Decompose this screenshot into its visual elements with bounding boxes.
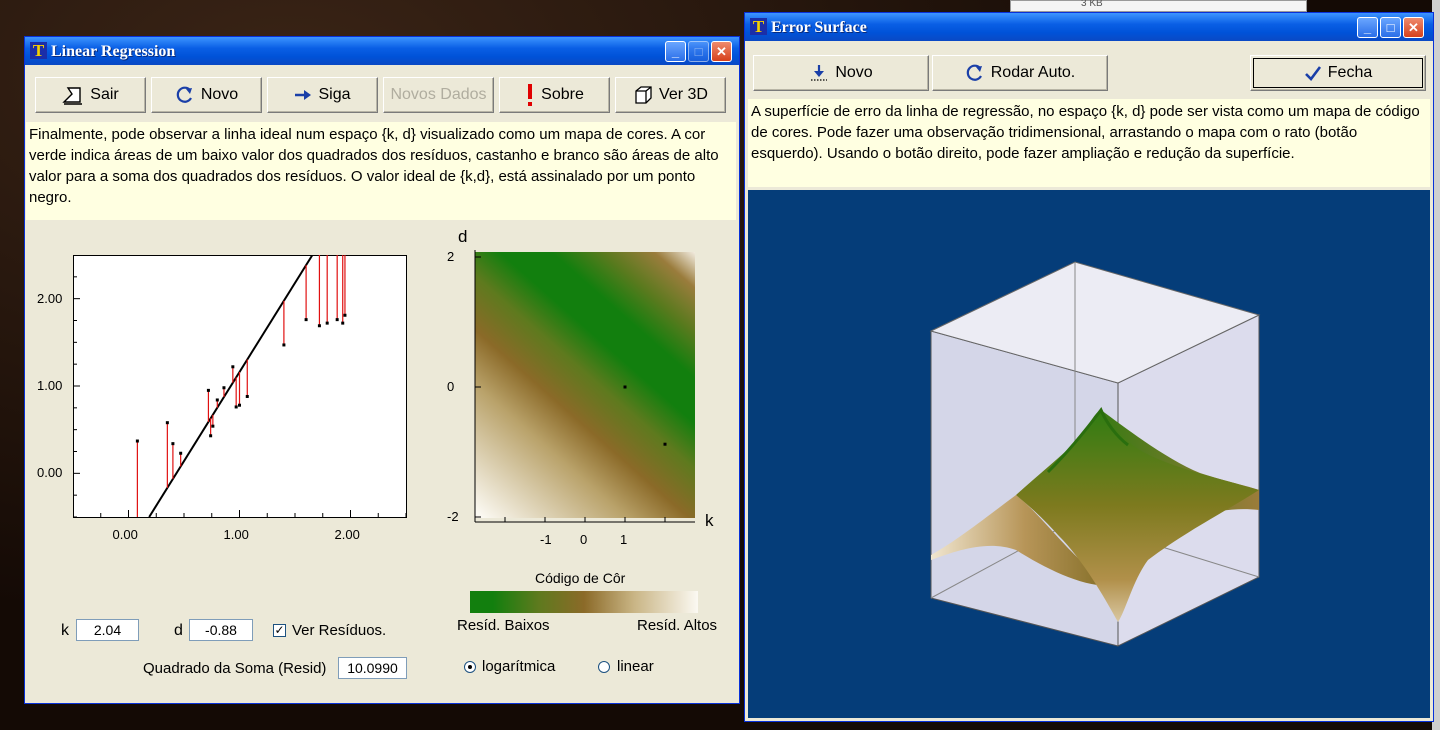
title-bar[interactable]: T Error Surface _ □ ✕ [745,13,1433,41]
novo-button[interactable]: Novo [151,77,262,113]
refresh-icon [176,86,192,103]
data-point [282,343,286,347]
sobre-label: Sobre [541,86,584,103]
error-surface-3d-view[interactable] [748,190,1430,718]
data-point [343,313,347,317]
colormap-field [475,252,695,518]
close-button[interactable]: ✕ [1403,17,1424,38]
siga-label: Siga [318,86,351,103]
colormap-y-tick-label: 2 [447,249,455,264]
siga-button[interactable]: Siga [267,77,378,113]
sair-button[interactable]: Sair [35,77,146,113]
x-tick-label: 0.00 [112,527,138,542]
y-tick-label: 2.00 [37,290,63,306]
d-value-field[interactable]: -0.88 [189,619,253,641]
rodar-auto-label: Rodar Auto. [990,64,1076,81]
app-icon: T [30,42,47,59]
close-button[interactable]: ✕ [711,41,732,62]
exit-icon [62,87,83,105]
data-point [325,321,329,325]
legend-high-label: Resíd. Altos [637,617,718,634]
novo-label: Novo [835,64,873,81]
y-tick-label: 1.00 [37,378,63,393]
data-point [215,398,219,402]
data-point [171,442,175,446]
data-point [245,394,249,398]
data-point [209,434,213,438]
novos-dados-button: Novos Dados [383,77,494,113]
data-point [179,451,183,455]
k-label: k [61,622,69,639]
data-point [234,405,238,409]
linear-label: linear [617,658,654,675]
title-bar[interactable]: T Linear Regression _ □ ✕ [25,37,739,65]
logaritmica-radio[interactable] [464,661,476,673]
minimize-button[interactable]: _ [665,41,686,62]
data-point [304,318,308,322]
x-tick-label: 1.00 [223,527,249,542]
data-point [238,403,241,407]
legend-low-label: Resíd. Baixos [457,617,550,634]
linear-radio[interactable] [598,661,610,673]
data-point [317,324,321,328]
checkmark-icon [1304,66,1321,81]
data-point [165,421,169,425]
colormap-y-tick-label: -2 [447,509,459,524]
desktop-file-size: 3 KB [1081,0,1103,9]
data-point [211,424,215,428]
ver3d-label: Ver 3D [659,86,708,103]
download-arrow-icon [811,65,828,81]
colormap-legend-bar [470,591,698,613]
maximize-button[interactable]: □ [1380,17,1401,38]
sair-label: Sair [90,86,119,103]
error-surface-window: T Error Surface _ □ ✕ Novo Rodar Auto. F… [744,12,1434,722]
data-point [206,388,210,392]
colormap-y-tick-label: 0 [447,379,455,394]
desktop-file-item[interactable]: 3 KB [1010,0,1307,12]
data-point [335,318,339,322]
colormap-legend-title: Código de Côr [535,570,626,586]
maximize-button: □ [688,41,709,62]
cube-icon [635,86,652,104]
data-point [222,386,226,390]
data-point [341,321,345,325]
k-value-field[interactable]: 2.04 [76,619,139,641]
colormap-x-tick-label: 0 [580,532,588,547]
regression-scatter-plot [73,255,407,518]
exclamation-icon [528,84,533,106]
fecha-label: Fecha [1327,64,1373,81]
window-title: Linear Regression [51,43,176,60]
soma-label: Quadrado da Soma (Resid) [143,660,327,677]
optimum-marker [623,385,627,389]
soma-value-field: 10.0990 [338,657,407,679]
error-colormap [474,250,695,523]
d-label: d [174,622,183,639]
instructions-text: Finalmente, pode observar a linha ideal … [26,122,736,220]
sobre-button[interactable]: Sobre [499,77,610,113]
x-tick-label: 2.00 [334,527,360,542]
y-tick-label: 0.00 [37,465,63,481]
novos-dados-label: Novos Dados [390,86,487,103]
logaritmica-label: logarítmica [482,658,556,675]
rotate-icon [966,64,982,81]
data-point [231,365,235,369]
colormap-x-tick-label: 1 [620,532,628,547]
app-icon: T [750,18,767,35]
colormap-x-tick-label: -1 [540,532,552,547]
rodar-auto-button[interactable]: Rodar Auto. [932,55,1108,91]
ver-residuos-checkbox[interactable]: ✓ [273,624,286,637]
novo-label: Novo [200,86,239,103]
data-point [135,439,139,443]
instructions-text: A superfície de erro da linha de regress… [748,99,1430,187]
window-title: Error Surface [771,19,867,36]
ver3d-button[interactable]: Ver 3D [615,77,726,113]
minimize-button[interactable]: _ [1357,17,1378,38]
linear-regression-window: T Linear Regression _ □ ✕ Sair Novo Siga… [24,36,740,704]
fecha-button[interactable]: Fecha [1250,55,1426,91]
arrow-right-icon [295,90,312,100]
novo-button[interactable]: Novo [753,55,929,91]
colormap-axis-label-k: k [705,511,714,530]
ver-residuos-label: Ver Resíduos. [292,622,387,639]
optimum-marker [663,442,667,446]
